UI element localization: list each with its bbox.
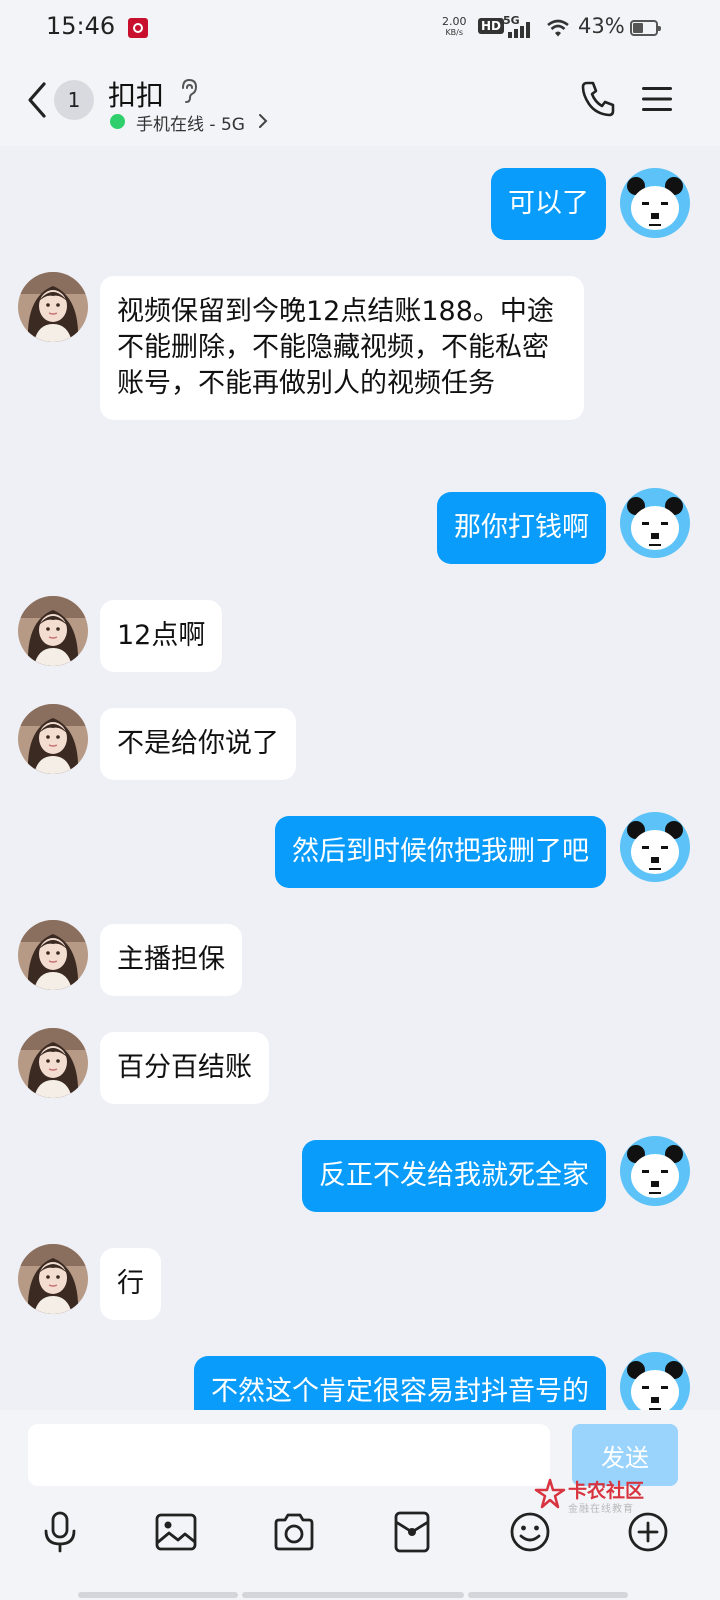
my-avatar[interactable] — [620, 1136, 690, 1206]
kanong-logo-icon — [534, 1478, 566, 1509]
battery-icon — [630, 20, 661, 36]
message-bubble[interactable]: 12点啊 — [100, 600, 223, 672]
message-input[interactable] — [28, 1424, 550, 1486]
emoji-icon[interactable] — [508, 1510, 552, 1554]
microphone-icon[interactable] — [38, 1510, 82, 1554]
my-avatar[interactable] — [620, 168, 690, 238]
menu-icon[interactable] — [640, 84, 674, 114]
message-bubble[interactable]: 可以了 — [491, 168, 606, 240]
online-indicator — [110, 114, 125, 129]
plus-icon[interactable] — [626, 1510, 670, 1554]
message-bubble[interactable]: 那你打钱啊 — [437, 492, 606, 564]
contact-avatar[interactable] — [18, 596, 88, 666]
status-bar: 15:46 2.00 KB/s HD 5G 43% — [0, 0, 720, 56]
message-list[interactable]: 可以了 视频保留到今晚12点结账188。中途不能删除，不能隐藏视频，不能私密账号… — [0, 146, 720, 1410]
message-bubble[interactable]: 不然这个肯定很容易封抖音号的 — [194, 1356, 606, 1410]
network-speed-value: 2.00 — [442, 15, 467, 28]
battery-percent: 43% — [578, 14, 625, 38]
message-bubble[interactable]: 反正不发给我就死全家 — [302, 1140, 606, 1212]
message-bubble[interactable]: 主播担保 — [100, 924, 242, 996]
contact-name[interactable]: 扣扣 — [108, 74, 164, 114]
ear-icon — [182, 78, 198, 103]
red-packet-icon[interactable] — [390, 1510, 434, 1554]
status-time: 15:46 — [46, 12, 116, 40]
wifi-icon — [547, 19, 569, 37]
hd-badge: HD — [478, 18, 505, 34]
message-bubble[interactable]: 视频保留到今晚12点结账188。中途不能删除，不能隐藏视频，不能私密账号，不能再… — [100, 276, 584, 420]
message-bubble[interactable]: 然后到时候你把我删了吧 — [275, 816, 606, 888]
my-avatar[interactable] — [620, 812, 690, 882]
chevron-right-icon[interactable] — [258, 113, 268, 129]
input-bar: 发送 卡农社区 金融在线教育 — [0, 1410, 720, 1600]
watermark-title: 卡农社区 — [568, 1480, 645, 1502]
network-speed: 2.00 KB/s — [442, 16, 467, 38]
contact-avatar[interactable] — [18, 272, 88, 342]
network-speed-unit: KB/s — [445, 28, 464, 37]
unread-count-badge[interactable]: 1 — [54, 80, 94, 120]
my-avatar[interactable] — [620, 488, 690, 558]
signal-icon — [508, 22, 530, 38]
chat-header: 1 扣扣 手机在线 - 5G — [0, 56, 720, 146]
camera-icon[interactable] — [272, 1510, 316, 1554]
contact-avatar[interactable] — [18, 1244, 88, 1314]
home-indicator — [468, 1592, 628, 1598]
image-icon[interactable] — [154, 1510, 198, 1554]
message-bubble[interactable]: 行 — [100, 1248, 161, 1320]
contact-avatar[interactable] — [18, 704, 88, 774]
watermark-subtitle: 金融在线教育 — [568, 1504, 634, 1515]
message-bubble[interactable]: 不是给你说了 — [100, 708, 296, 780]
my-avatar[interactable] — [620, 1352, 690, 1410]
home-indicator — [78, 1592, 238, 1598]
phone-call-icon[interactable] — [580, 80, 616, 118]
contact-avatar[interactable] — [18, 1028, 88, 1098]
notification-app-icon — [128, 18, 148, 38]
back-icon[interactable] — [22, 80, 52, 120]
online-status[interactable]: 手机在线 - 5G — [136, 110, 245, 135]
home-indicator — [242, 1592, 464, 1598]
message-bubble[interactable]: 百分百结账 — [100, 1032, 269, 1104]
contact-avatar[interactable] — [18, 920, 88, 990]
